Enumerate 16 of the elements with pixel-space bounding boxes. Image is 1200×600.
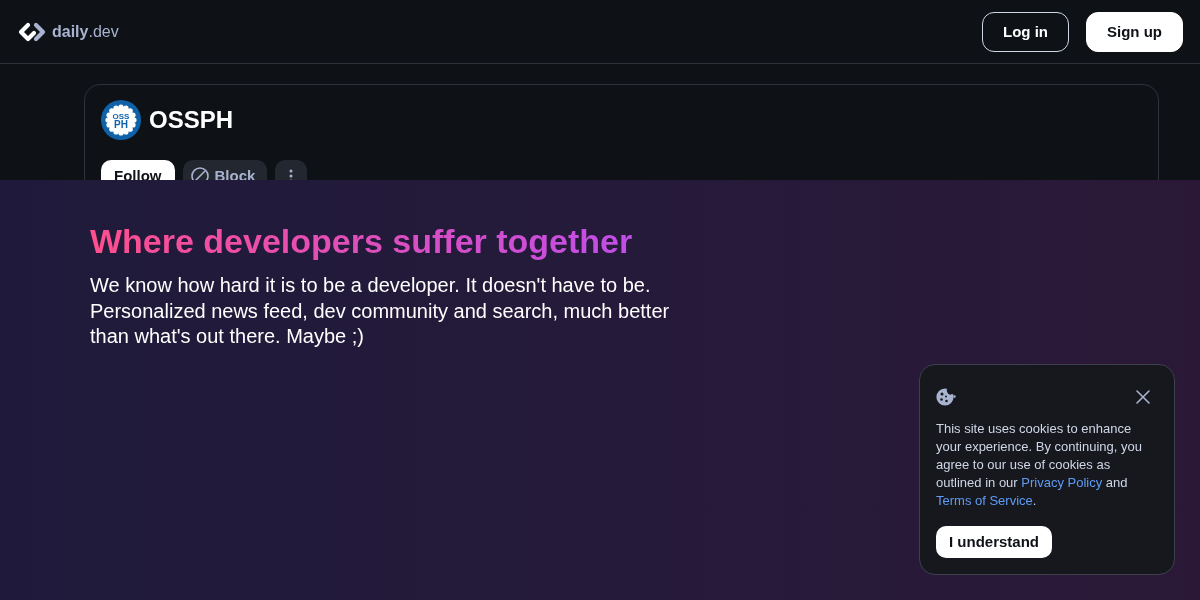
cookie-notice-text: This site uses cookies to enhance your experience. By continuing, you agree to our use of cookies as outlined in our Privacy Policy and Terms of Service. (936, 420, 1143, 510)
signup-button[interactable]: Sign up (1086, 11, 1183, 52)
block-icon (190, 167, 209, 180)
policy-link[interactable]: Privacy Policy (1021, 475, 1103, 490)
logo-text: daily.dev (52, 23, 119, 40)
logo-icon (16, 21, 48, 42)
close-icon (1135, 388, 1151, 405)
login-button[interactable]: Log in (982, 11, 1069, 52)
policy-link[interactable]: Terms of Service (936, 493, 1033, 508)
accept-cookies-button[interactable]: I understand (936, 526, 1052, 558)
source-name: OSSPH (149, 108, 234, 132)
promo-description: We know how hard it is to be a developer. It doesn't have to be. Personalized news feed, dev community and search, much better than what's out there. Maybe ;) (90, 273, 671, 349)
source-avatar: OSS PH (101, 100, 141, 140)
close-button[interactable] (1135, 388, 1151, 405)
home-logo-link[interactable]: daily.dev (16, 21, 119, 42)
cookie-icon (936, 387, 956, 406)
